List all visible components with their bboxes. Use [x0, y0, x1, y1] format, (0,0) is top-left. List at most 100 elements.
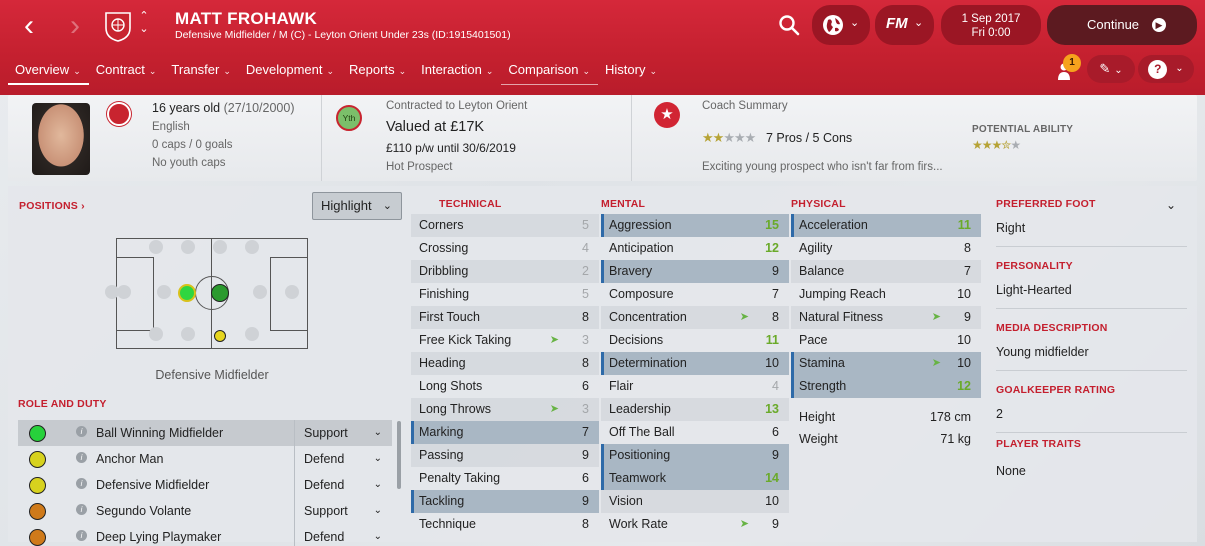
role-row[interactable]: i Ball Winning Midfielder Support ⌄: [18, 420, 392, 446]
physical-attribute-row[interactable]: Acceleration 11: [791, 214, 981, 237]
roles-scrollbar[interactable]: [397, 421, 401, 489]
technical-attribute-row[interactable]: Tackling 9: [411, 490, 599, 513]
physical-attribute-row[interactable]: Natural Fitness ➤ 9: [791, 306, 981, 329]
tab-reports[interactable]: Reports ⌄: [342, 59, 414, 85]
attribute-value: 15: [765, 218, 779, 232]
physical-attribute-row[interactable]: Stamina ➤ 10: [791, 352, 981, 375]
tab-contract[interactable]: Contract ⌄: [89, 59, 165, 85]
attribute-name: First Touch: [419, 310, 480, 324]
player-up-down-icon[interactable]: ⌃ ⌄: [138, 10, 150, 36]
help-menu-button[interactable]: ? ⌄: [1138, 55, 1194, 83]
tab-overview[interactable]: Overview ⌄: [8, 59, 89, 85]
trend-up-arrow-icon: ➤: [739, 518, 749, 530]
height-label: Height: [799, 410, 836, 424]
role-name: Anchor Man: [96, 452, 164, 466]
unconvincing-position-marker[interactable]: [214, 330, 226, 342]
tab-development[interactable]: Development ⌄: [239, 59, 342, 85]
technical-attribute-row[interactable]: Technique 8: [411, 513, 599, 536]
physical-attribute-row[interactable]: Balance 7: [791, 260, 981, 283]
physical-attribute-row[interactable]: Jumping Reach 10: [791, 283, 981, 306]
attribute-name: Acceleration: [799, 218, 868, 232]
technical-attribute-row[interactable]: First Touch 8: [411, 306, 599, 329]
technical-attribute-row[interactable]: Heading 8: [411, 352, 599, 375]
mental-attribute-row[interactable]: Work Rate ➤ 9: [601, 513, 789, 536]
attribute-name: Jumping Reach: [799, 287, 886, 301]
physical-attribute-row[interactable]: Strength 12: [791, 375, 981, 398]
mental-attribute-row[interactable]: Vision 10: [601, 490, 789, 513]
natural-position-marker[interactable]: [178, 284, 196, 302]
info-icon[interactable]: i: [76, 452, 87, 463]
chevron-down-icon[interactable]: ⌄: [1166, 198, 1176, 212]
attribute-value: 4: [772, 379, 779, 393]
tab-interaction[interactable]: Interaction ⌄: [414, 59, 501, 85]
chevron-down-icon: ⌄: [485, 66, 494, 76]
search-icon[interactable]: [778, 14, 800, 36]
world-menu-button[interactable]: ⌄: [812, 5, 870, 45]
potential-ability-label: POTENTIAL ABILITY: [972, 124, 1074, 135]
duty-dropdown[interactable]: Support ⌄: [294, 420, 392, 446]
date-display[interactable]: 1 Sep 2017 Fri 0:00: [941, 5, 1041, 45]
physical-attribute-row[interactable]: Pace 10: [791, 329, 981, 352]
technical-attribute-row[interactable]: Long Throws ➤ 3: [411, 398, 599, 421]
mental-attribute-row[interactable]: Off The Ball 6: [601, 421, 789, 444]
mental-attribute-row[interactable]: Flair 4: [601, 375, 789, 398]
trend-up-arrow-icon: ➤: [549, 334, 559, 346]
technical-attribute-row[interactable]: Dribbling 2: [411, 260, 599, 283]
info-icon[interactable]: i: [76, 478, 87, 489]
tab-transfer[interactable]: Transfer ⌄: [164, 59, 238, 85]
technical-attribute-row[interactable]: Passing 9: [411, 444, 599, 467]
info-icon[interactable]: i: [76, 504, 87, 515]
physical-attribute-row[interactable]: Agility 8: [791, 237, 981, 260]
notification-badge[interactable]: 1: [1063, 54, 1081, 72]
role-row[interactable]: i Anchor Man Defend ⌄: [18, 446, 392, 472]
role-row[interactable]: i Deep Lying Playmaker Defend ⌄: [18, 524, 392, 546]
technical-attribute-row[interactable]: Free Kick Taking ➤ 3: [411, 329, 599, 352]
divider: [996, 370, 1187, 371]
positions-title[interactable]: POSITIONS ›: [19, 200, 85, 212]
technical-attribute-row[interactable]: Penalty Taking 6: [411, 467, 599, 490]
personality-title: PERSONALITY: [996, 260, 1073, 272]
mental-attribute-row[interactable]: Anticipation 12: [601, 237, 789, 260]
duty-dropdown[interactable]: Defend ⌄: [294, 446, 392, 472]
fm-menu-button[interactable]: FM ⌄: [875, 5, 934, 45]
technical-attribute-row[interactable]: Marking 7: [411, 421, 599, 444]
edit-menu-button[interactable]: ✎ ⌄: [1087, 55, 1135, 83]
technical-attribute-row[interactable]: Crossing 4: [411, 237, 599, 260]
info-icon[interactable]: i: [76, 530, 87, 541]
chevron-down-icon: ⌄: [582, 66, 591, 76]
tab-comparison[interactable]: Comparison ⌄: [501, 59, 599, 85]
pros-cons[interactable]: 7 Pros / 5 Cons: [766, 131, 852, 145]
overview-panel: POSITIONS › Highlight ⌄ Defensive Midfie…: [8, 186, 1197, 546]
technical-attribute-row[interactable]: Finishing 5: [411, 283, 599, 306]
technical-attribute-row[interactable]: Long Shots 6: [411, 375, 599, 398]
back-icon[interactable]: ‹: [16, 11, 42, 41]
mental-attribute-row[interactable]: Bravery 9: [601, 260, 789, 283]
mental-attribute-row[interactable]: Concentration ➤ 8: [601, 306, 789, 329]
role-row[interactable]: i Segundo Volante Support ⌄: [18, 498, 392, 524]
player-header-card: 16 years old (27/10/2000) English 0 caps…: [8, 95, 1197, 181]
technical-attribute-row[interactable]: Corners 5: [411, 214, 599, 237]
attribute-value: 12: [957, 379, 971, 393]
mental-attribute-row[interactable]: Leadership 13: [601, 398, 789, 421]
info-icon[interactable]: i: [76, 426, 87, 437]
club-crest-icon[interactable]: [104, 10, 132, 42]
mental-attribute-row[interactable]: Teamwork 14: [601, 467, 789, 490]
continue-button[interactable]: Continue ▶: [1047, 5, 1197, 45]
attribute-value: 6: [582, 379, 589, 393]
duty-dropdown[interactable]: Defend ⌄: [294, 524, 392, 546]
attribute-value: 12: [765, 241, 779, 255]
highlight-dropdown[interactable]: Highlight ⌄: [312, 192, 402, 220]
duty-dropdown[interactable]: Support ⌄: [294, 498, 392, 524]
role-row[interactable]: i Defensive Midfielder Defend ⌄: [18, 472, 392, 498]
tab-history[interactable]: History ⌄: [598, 59, 665, 85]
mental-attribute-row[interactable]: Aggression 15: [601, 214, 789, 237]
mental-attribute-row[interactable]: Composure 7: [601, 283, 789, 306]
accomplished-position-marker[interactable]: [211, 284, 229, 302]
chevron-down-icon: ⌄: [1175, 63, 1184, 74]
mental-attribute-row[interactable]: Determination 10: [601, 352, 789, 375]
preferred-foot-title: PREFERRED FOOT: [996, 198, 1096, 210]
mental-attribute-row[interactable]: Decisions 11: [601, 329, 789, 352]
duty-dropdown[interactable]: Defend ⌄: [294, 472, 392, 498]
forward-icon[interactable]: ›: [62, 11, 88, 41]
mental-attribute-row[interactable]: Positioning 9: [601, 444, 789, 467]
